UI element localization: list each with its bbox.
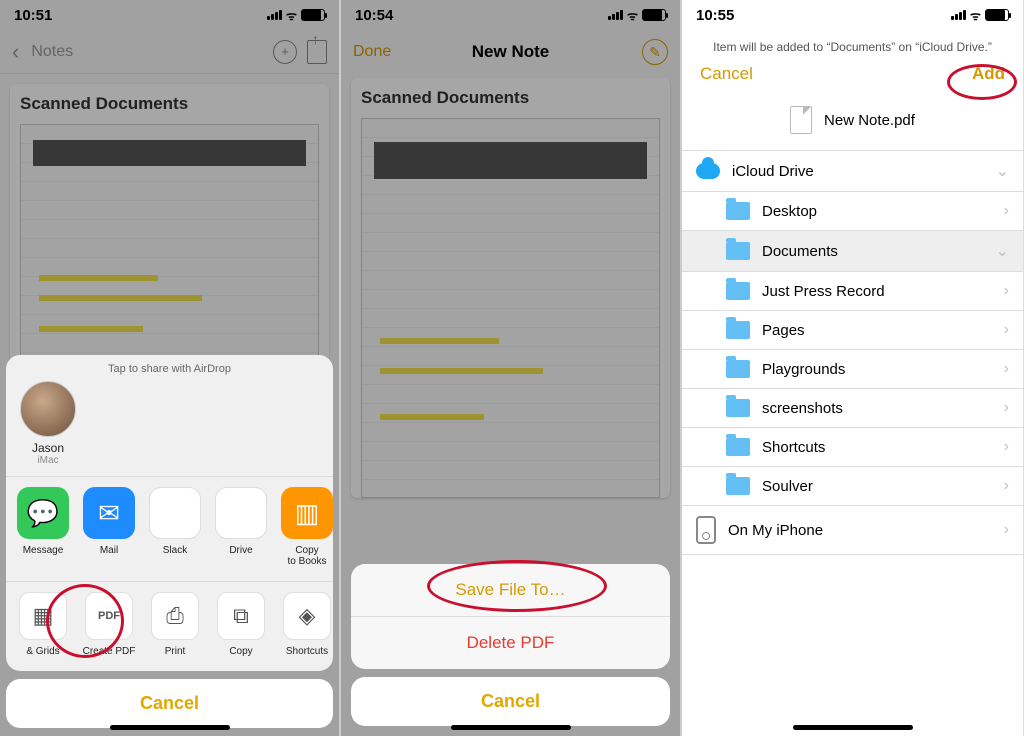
chevron-down-icon: ⌄: [996, 161, 1009, 181]
share-action-pdf[interactable]: PDF Create PDF: [76, 592, 142, 657]
file-preview: New Note.pdf: [682, 94, 1023, 150]
folder-soulver[interactable]: Soulver ›: [682, 467, 1023, 506]
folder-icon: [726, 242, 750, 260]
share-action-print[interactable]: ⎙ Print: [142, 592, 208, 657]
location-icloud-drive[interactable]: iCloud Drive ⌄: [682, 151, 1023, 192]
screenshot-share-sheet: 10:51 ᯤ ‹Notes + Scanned Documents: [0, 0, 341, 736]
chevron-right-icon: ›: [1004, 521, 1009, 539]
avatar: [20, 381, 76, 437]
folder-label: Just Press Record: [762, 283, 885, 300]
cancel-button[interactable]: Cancel: [700, 64, 753, 84]
books-icon: ▥: [281, 487, 333, 539]
share-app-drive[interactable]: ▲ Drive: [208, 487, 274, 567]
home-indicator[interactable]: [451, 725, 571, 730]
folder-label: screenshots: [762, 400, 843, 417]
location-label: iCloud Drive: [732, 163, 814, 180]
contact-device: iMac: [37, 455, 58, 466]
shortcuts-icon: ◈: [283, 592, 331, 640]
status-bar: 10:55 ᯤ: [682, 0, 1023, 30]
delete-pdf-button[interactable]: Delete PDF: [351, 616, 670, 669]
airdrop-hint: Tap to share with AirDrop: [6, 355, 333, 377]
folder-icon: [726, 282, 750, 300]
folder-label: Soulver: [762, 478, 813, 495]
save-file-to-button[interactable]: Save File To…: [351, 564, 670, 616]
share-sheet: Tap to share with AirDrop Jason iMac 💬 Me…: [6, 355, 333, 728]
chevron-icon: ›: [1004, 360, 1009, 378]
chevron-icon: ›: [1004, 282, 1009, 300]
share-app-mail[interactable]: ✉︎ Mail: [76, 487, 142, 567]
app-label: Copy to Books: [288, 545, 327, 567]
home-indicator[interactable]: [793, 725, 913, 730]
wifi-icon: ᯤ: [970, 7, 981, 24]
status-time: 10:55: [696, 7, 734, 24]
action-label: Shortcuts: [286, 646, 328, 657]
folder-icon: [726, 438, 750, 456]
app-label: Slack: [163, 545, 187, 556]
slack-icon: ✱: [149, 487, 201, 539]
app-label: Mail: [100, 545, 118, 556]
file-icon: [790, 106, 812, 134]
message-icon: 💬: [17, 487, 69, 539]
share-app-books[interactable]: ▥ Copy to Books: [274, 487, 333, 567]
mail-icon: ✉︎: [83, 487, 135, 539]
folder-just-press-record[interactable]: Just Press Record ›: [682, 272, 1023, 311]
drive-icon: ▲: [215, 487, 267, 539]
folder-icon: [726, 399, 750, 417]
folder-label: Documents: [762, 243, 838, 260]
chevron-icon: ›: [1004, 399, 1009, 417]
app-label: Drive: [229, 545, 252, 556]
file-name: New Note.pdf: [824, 112, 915, 129]
folder-icon: [726, 321, 750, 339]
share-app-slack[interactable]: ✱ Slack: [142, 487, 208, 567]
chevron-icon: ›: [1004, 321, 1009, 339]
location-on-my-iphone[interactable]: On My iPhone ›: [682, 506, 1023, 555]
folder-screenshots[interactable]: screenshots ›: [682, 389, 1023, 428]
pdf-icon: PDF: [85, 592, 133, 640]
folder-pages[interactable]: Pages ›: [682, 311, 1023, 350]
share-action-shortcuts[interactable]: ◈ Shortcuts: [274, 592, 333, 657]
folder-label: Pages: [762, 322, 805, 339]
chevron-icon: ›: [1004, 477, 1009, 495]
folder-icon: [726, 360, 750, 378]
share-action-copy[interactable]: ⧉ Copy: [208, 592, 274, 657]
folder-icon: [726, 477, 750, 495]
chevron-icon: ›: [1004, 438, 1009, 456]
signal-icon: [951, 10, 966, 20]
copy-icon: ⧉: [217, 592, 265, 640]
folder-playgrounds[interactable]: Playgrounds ›: [682, 350, 1023, 389]
battery-icon: [985, 9, 1009, 21]
action-label: & Grids: [26, 646, 59, 657]
device-icon: [696, 516, 716, 544]
share-action-grid[interactable]: ▦ & Grids: [10, 592, 76, 657]
action-label: Copy: [229, 646, 252, 657]
print-icon: ⎙: [151, 592, 199, 640]
folder-label: Shortcuts: [762, 439, 825, 456]
action-label: Create PDF: [83, 646, 136, 657]
folder-shortcuts[interactable]: Shortcuts ›: [682, 428, 1023, 467]
action-label: Print: [165, 646, 186, 657]
share-app-message[interactable]: 💬 Message: [10, 487, 76, 567]
icloud-icon: [696, 163, 720, 179]
contact-name: Jason: [32, 441, 64, 455]
grid-icon: ▦: [19, 592, 67, 640]
cancel-button[interactable]: Cancel: [6, 679, 333, 728]
chevron-icon: ⌄: [996, 241, 1009, 261]
airdrop-contact[interactable]: Jason iMac: [16, 381, 80, 466]
folder-desktop[interactable]: Desktop ›: [682, 192, 1023, 231]
screenshot-pdf-actions: 10:54 ᯤ Done New Note ✎ Scanned Document…: [341, 0, 682, 736]
add-button[interactable]: Add: [972, 64, 1005, 84]
chevron-icon: ›: [1004, 202, 1009, 220]
folder-label: Desktop: [762, 203, 817, 220]
folder-icon: [726, 202, 750, 220]
app-label: Message: [23, 545, 64, 556]
home-indicator[interactable]: [110, 725, 230, 730]
cancel-button[interactable]: Cancel: [351, 677, 670, 726]
save-location-hint: Item will be added to “Documents” on “iC…: [682, 30, 1023, 58]
screenshot-files-picker: 10:55 ᯤ Item will be added to “Documents…: [682, 0, 1023, 736]
location-label: On My iPhone: [728, 522, 823, 539]
pdf-action-sheet: Save File To… Delete PDF Cancel: [351, 564, 670, 726]
folder-label: Playgrounds: [762, 361, 845, 378]
folder-documents[interactable]: Documents ⌄: [682, 231, 1023, 272]
